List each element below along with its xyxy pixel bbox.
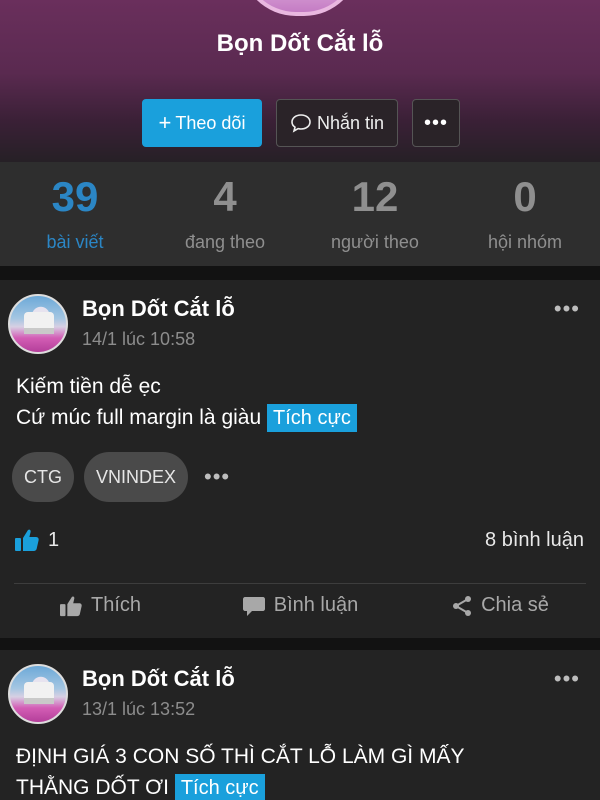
like-count: 1 [48, 528, 60, 551]
profile-stats: 39 bài viết 4 đang theo 12 người theo 0 … [0, 162, 600, 266]
post-menu-icon[interactable]: ••• [554, 296, 580, 322]
post-action-bar: Thích Bình luận Chia sẻ [0, 594, 600, 617]
like-button[interactable]: Thích [0, 594, 200, 617]
comment-count[interactable]: 8 bình luận [485, 529, 584, 552]
follow-button[interactable]: + Theo dõi [142, 99, 262, 147]
message-label: Nhắn tin [316, 112, 385, 133]
stat-value: 4 [213, 172, 237, 220]
stat-label: người theo [331, 231, 419, 252]
stat-groups[interactable]: 0 hội nhóm [450, 162, 600, 266]
post-text-line: THẰNG DỐT ƠI [16, 776, 169, 799]
stat-value: 39 [51, 172, 99, 220]
thumbs-up-icon [59, 595, 82, 616]
profile-avatar[interactable] [240, 0, 360, 16]
post-text-line: Cứ múc full margin là giàu [16, 406, 262, 429]
post-card: Bọn Dốt Cắt lỗ 14/1 lúc 10:58 ••• Kiếm t… [0, 280, 600, 638]
stat-following[interactable]: 4 đang theo [150, 162, 300, 266]
post-author[interactable]: Bọn Dốt Cắt lỗ [82, 666, 235, 692]
share-button[interactable]: Chia sẻ [400, 594, 600, 617]
profile-actions: + Theo dõi Nhắn tin ••• [142, 99, 460, 147]
thumbs-up-icon [15, 529, 39, 551]
post-author[interactable]: Bọn Dốt Cắt lỗ [82, 296, 235, 322]
comment-icon [242, 596, 265, 616]
more-options-button[interactable]: ••• [412, 99, 460, 147]
stat-posts[interactable]: 39 bài viết [0, 162, 150, 266]
stat-followers[interactable]: 12 người theo [300, 162, 450, 266]
sentiment-badge: Tích cực [267, 404, 357, 432]
follow-label: Theo dõi [175, 112, 246, 133]
post-text-line: Kiếm tiền dễ ẹc [16, 375, 161, 398]
post-timestamp: 13/1 lúc 13:52 [82, 699, 196, 719]
post-timestamp: 14/1 lúc 10:58 [82, 329, 196, 349]
divider [14, 583, 586, 584]
stock-tag-ctg[interactable]: CTG [12, 452, 74, 502]
post-text-line: ĐỊNH GIÁ 3 CON SỐ THÌ CẮT LỖ LÀM GÌ MẤY [16, 745, 465, 768]
post-avatar[interactable] [8, 294, 68, 354]
message-button[interactable]: Nhắn tin [276, 99, 398, 147]
comment-button[interactable]: Bình luận [200, 594, 400, 617]
likes-summary[interactable]: 1 [14, 528, 59, 552]
stat-label: bài viết [46, 231, 104, 252]
more-dots-icon: ••• [423, 111, 448, 134]
comment-label: Bình luận [273, 594, 359, 616]
post-card: Bọn Dốt Cắt lỗ 13/1 lúc 13:52 ••• ĐỊNH G… [0, 650, 600, 800]
post-text-line-wrap: THẰNG DỐT ƠI Tích cực [16, 772, 586, 800]
share-label: Chia sẻ [481, 594, 549, 616]
like-label: Thích [90, 594, 142, 616]
plus-icon: + [158, 110, 172, 135]
sentiment-badge: Tích cực [174, 774, 265, 800]
stock-tag-vnindex[interactable]: VNINDEX [84, 452, 189, 502]
post-text-line-wrap: Cứ múc full margin là giàu Tích cực [16, 402, 586, 433]
stat-value: 0 [513, 172, 537, 220]
stat-label: đang theo [184, 231, 266, 252]
post-content: Kiếm tiền dễ ẹc Cứ múc full margin là gi… [16, 371, 586, 433]
stat-value: 12 [351, 172, 399, 220]
post-menu-icon[interactable]: ••• [554, 666, 580, 692]
post-content: ĐỊNH GIÁ 3 CON SỐ THÌ CẮT LỖ LÀM GÌ MẤY … [16, 741, 586, 800]
share-icon [453, 595, 472, 616]
more-tags-icon[interactable]: ••• [204, 464, 230, 490]
post-avatar[interactable] [8, 664, 68, 724]
profile-header: Bọn Dốt Cắt lỗ + Theo dõi Nhắn tin ••• [0, 0, 600, 162]
chat-bubble-icon [291, 114, 311, 133]
profile-name: Bọn Dốt Cắt lỗ [216, 30, 384, 57]
stock-tags: CTG VNINDEX ••• [12, 452, 230, 502]
stat-label: hội nhóm [487, 231, 563, 252]
